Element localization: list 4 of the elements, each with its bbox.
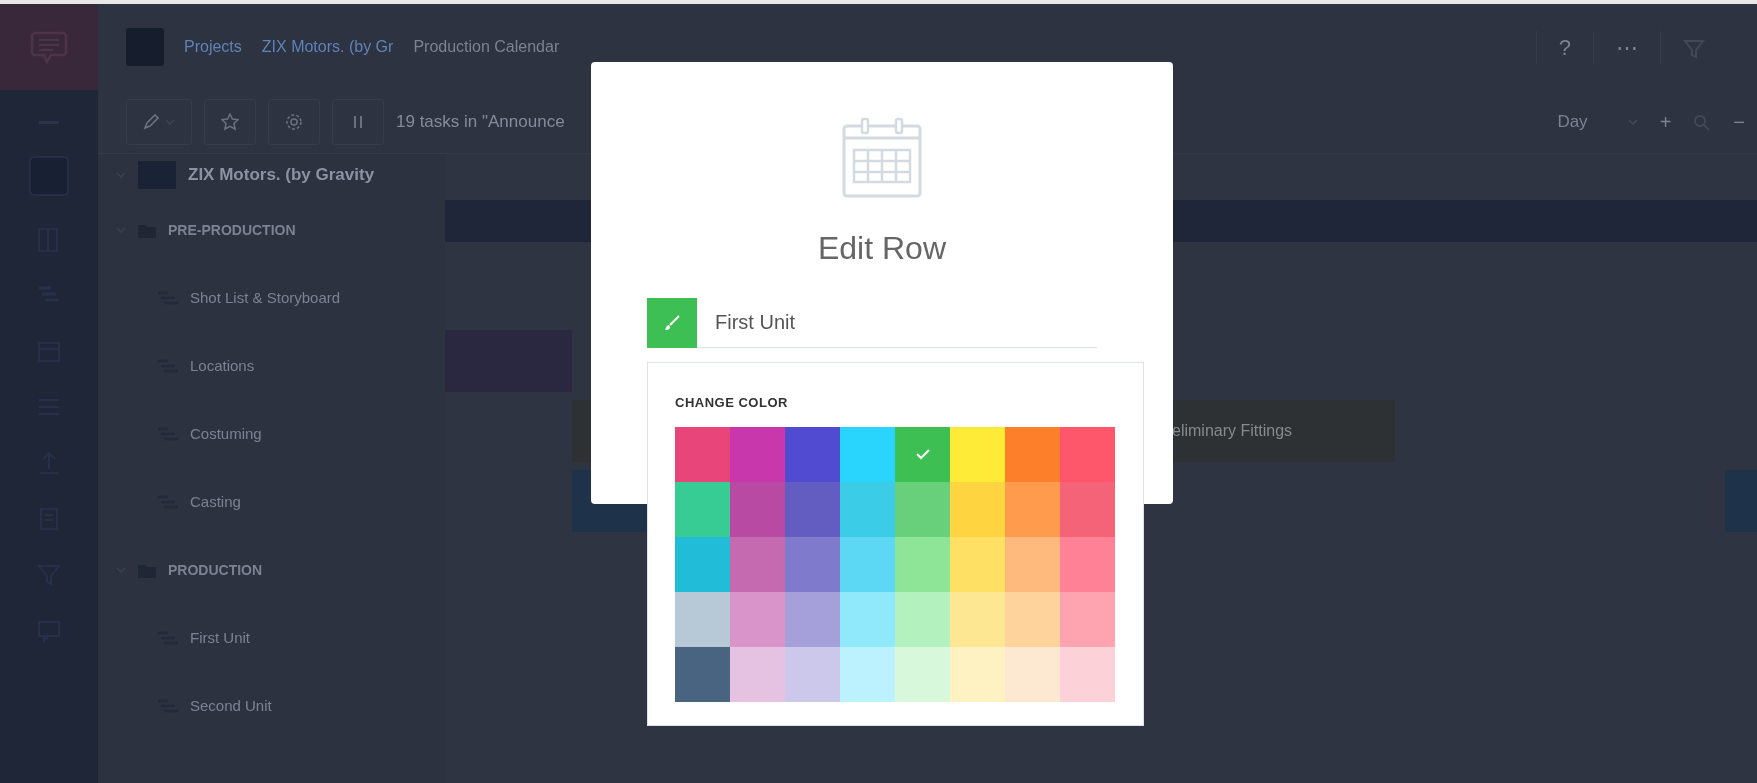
task-summary: 19 tasks in "Announce: [396, 110, 565, 133]
popover-title: CHANGE COLOR: [675, 394, 789, 412]
modal-title: Edit Row: [817, 229, 946, 268]
breadcrumb-text: Production Calendar: [413, 37, 560, 57]
